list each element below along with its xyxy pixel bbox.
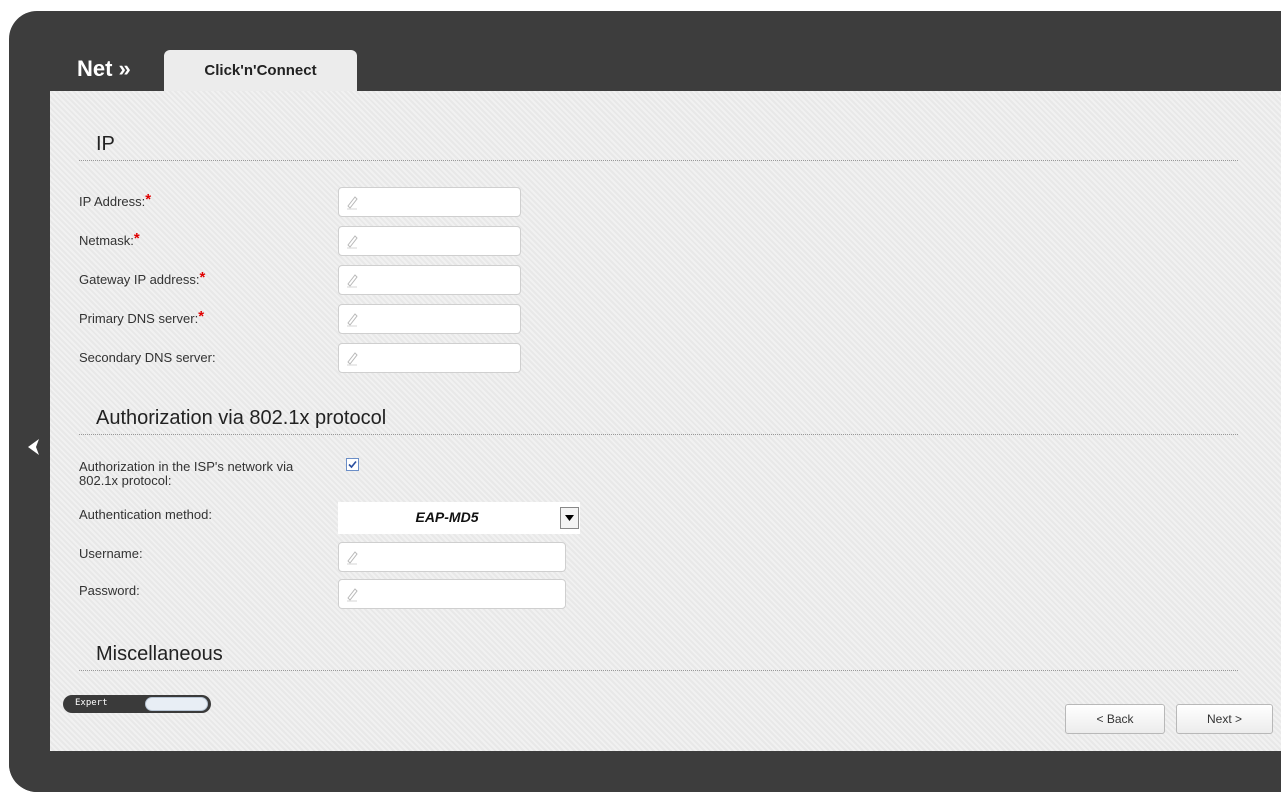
netmask-label: Netmask:* xyxy=(79,230,140,248)
pencil-icon xyxy=(347,274,358,288)
frame-bottom xyxy=(9,752,1281,792)
pencil-icon xyxy=(347,588,358,602)
auth-checkbox-label: Authorization in the ISP's network via 8… xyxy=(79,459,294,488)
ip-address-label: IP Address:* xyxy=(79,191,152,209)
password-input[interactable] xyxy=(338,579,566,609)
username-label: Username: xyxy=(79,546,143,561)
password-label: Password: xyxy=(79,583,140,598)
auth-802-1x-checkbox[interactable] xyxy=(346,458,359,471)
toggle-knob[interactable] xyxy=(145,697,208,711)
divider xyxy=(79,160,1238,161)
auth-method-value: EAP-MD5 xyxy=(415,509,479,525)
secondary-dns-label: Secondary DNS server: xyxy=(79,350,216,365)
divider xyxy=(79,434,1238,435)
auth-method-label: Authentication method: xyxy=(79,507,212,522)
chevron-left-icon[interactable] xyxy=(24,433,42,461)
dropdown-arrow-icon[interactable] xyxy=(560,507,579,529)
required-marker: * xyxy=(145,191,152,208)
section-title-authorization: Authorization via 802.1x protocol xyxy=(96,407,387,429)
expert-mode-toggle[interactable]: Expert xyxy=(63,695,211,713)
pencil-icon xyxy=(347,235,358,249)
pencil-icon xyxy=(347,196,358,210)
checkmark-icon xyxy=(348,460,357,469)
next-button[interactable]: Next > xyxy=(1176,704,1273,734)
section-title-miscellaneous: Miscellaneous xyxy=(96,643,223,665)
gateway-input[interactable] xyxy=(338,265,521,295)
primary-dns-input[interactable] xyxy=(338,304,521,334)
pencil-icon xyxy=(347,313,358,327)
required-marker: * xyxy=(198,308,205,325)
back-button[interactable]: < Back xyxy=(1065,704,1165,734)
primary-dns-label: Primary DNS server:* xyxy=(79,308,205,326)
ip-address-input[interactable] xyxy=(338,187,521,217)
pencil-icon xyxy=(347,551,358,565)
required-marker: * xyxy=(133,230,140,247)
breadcrumb[interactable]: Net » xyxy=(77,56,131,82)
username-input[interactable] xyxy=(338,542,566,572)
gateway-label: Gateway IP address:* xyxy=(79,269,206,287)
expert-label: Expert xyxy=(75,698,108,708)
section-title-ip: IP xyxy=(96,133,115,155)
secondary-dns-input[interactable] xyxy=(338,343,521,373)
tab-click-n-connect[interactable]: Click'n'Connect xyxy=(164,50,357,94)
netmask-input[interactable] xyxy=(338,226,521,256)
tab-label: Click'n'Connect xyxy=(204,62,317,79)
divider xyxy=(79,670,1238,671)
pencil-icon xyxy=(347,352,358,366)
required-marker: * xyxy=(199,269,206,286)
auth-method-select[interactable]: EAP-MD5 xyxy=(338,502,580,534)
